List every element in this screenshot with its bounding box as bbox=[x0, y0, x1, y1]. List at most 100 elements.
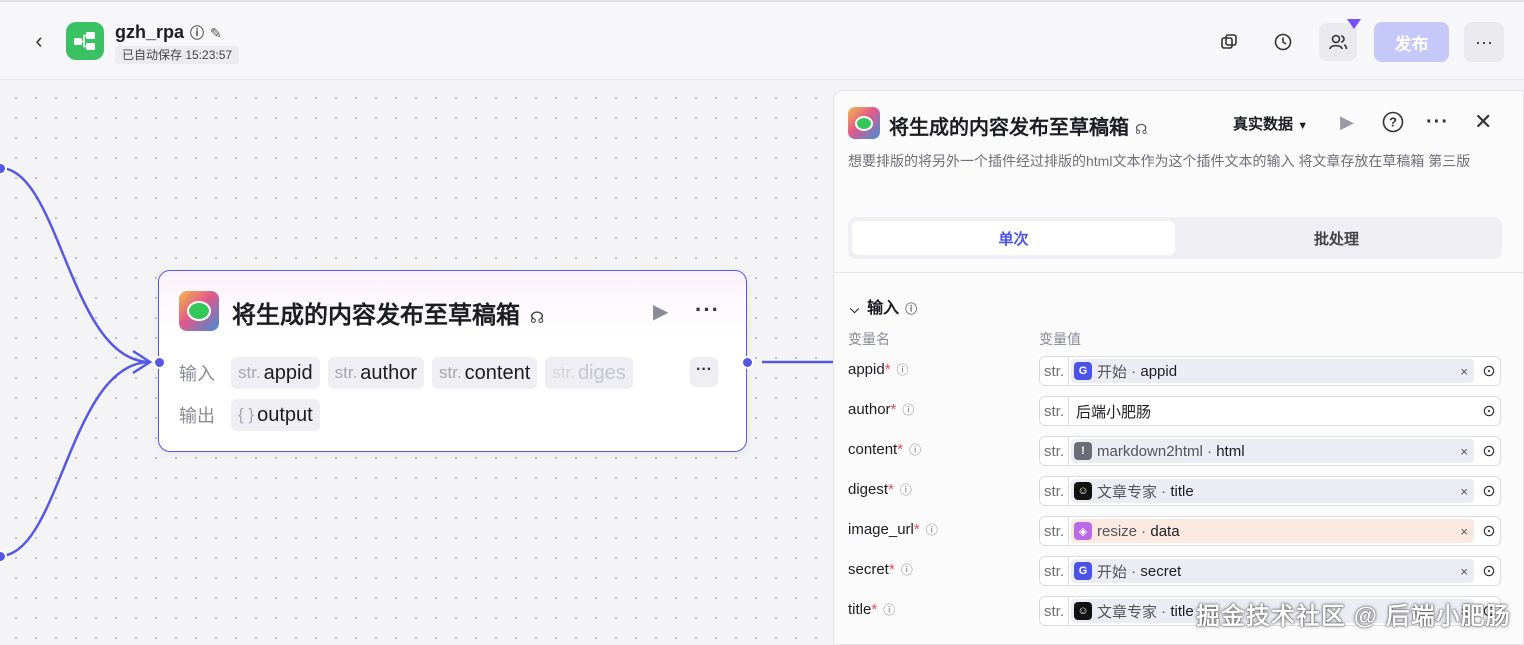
variable-reference[interactable]: ☺ 文章专家 · title × bbox=[1071, 479, 1474, 503]
ref-source: 开始 bbox=[1097, 363, 1128, 381]
more-inputs-button[interactable]: ··· bbox=[690, 357, 718, 387]
clear-icon[interactable]: × bbox=[1460, 444, 1468, 459]
svg-text:?: ? bbox=[1389, 115, 1397, 130]
clear-icon[interactable]: × bbox=[1460, 484, 1468, 499]
type-tag: str. bbox=[1040, 437, 1069, 465]
panel-description: 想要排版的将另外一个插件经过排版的html文本作为这个插件文本的输入 将文章存放… bbox=[848, 153, 1471, 169]
back-icon[interactable]: ‹ bbox=[28, 30, 50, 52]
node-input-port[interactable] bbox=[153, 356, 166, 369]
plugin-node[interactable]: 将生成的内容发布至草稿箱 ☊ ▶ ··· 输入 str. appid str. aut… bbox=[158, 270, 747, 452]
param-name: content bbox=[464, 361, 531, 384]
param-value-field[interactable]: str. ! markdown2html · html × ⊙ bbox=[1039, 436, 1501, 466]
wechat-plugin-icon bbox=[848, 107, 880, 139]
required-mark: * bbox=[888, 561, 895, 578]
plugin-type-icon: ☊ bbox=[1135, 121, 1148, 137]
node-input-label: 输入 bbox=[179, 364, 215, 384]
info-icon[interactable]: ⓘ bbox=[902, 403, 914, 417]
cube-icon: ◈ bbox=[1074, 522, 1092, 540]
info-icon[interactable]: ⓘ bbox=[909, 443, 921, 457]
param-value-field[interactable]: str. G 开始 · secret × ⊙ bbox=[1039, 556, 1501, 586]
node-outputs-row: 输出 { } output bbox=[179, 399, 320, 431]
run-node-icon[interactable]: ▶ bbox=[653, 299, 668, 324]
node-title-text: 将生成的内容发布至草稿箱 bbox=[232, 302, 520, 329]
clear-icon[interactable]: × bbox=[1460, 524, 1468, 539]
variable-picker-icon[interactable]: ⊙ bbox=[1478, 561, 1500, 581]
ref-separator: · bbox=[1157, 482, 1171, 500]
type-tag: str. bbox=[334, 363, 358, 382]
required-mark: * bbox=[897, 441, 904, 458]
info-icon[interactable]: ⓘ bbox=[905, 302, 917, 316]
ref-separator: · bbox=[1202, 442, 1217, 460]
variable-picker-icon[interactable]: ⊙ bbox=[1478, 481, 1500, 501]
ref-field: title bbox=[1170, 482, 1194, 500]
caret-down-icon: ▼ bbox=[1297, 120, 1309, 132]
param-value-field[interactable]: str. G 开始 · appid × ⊙ bbox=[1039, 356, 1501, 386]
param-value-field[interactable]: str. ☺ 文章专家 · title × ⊙ bbox=[1039, 476, 1501, 506]
param-name: author bbox=[360, 361, 417, 384]
run-test-icon[interactable]: ▶ bbox=[1340, 112, 1354, 133]
start-icon: G bbox=[1074, 362, 1092, 380]
variable-reference[interactable]: G 开始 · secret × bbox=[1071, 559, 1474, 583]
info-icon[interactable]: ⓘ bbox=[926, 523, 938, 537]
node-inputs-row: 输入 str. appid str. author str. content str.… bbox=[179, 357, 633, 389]
column-header-name: 变量名 bbox=[848, 331, 890, 347]
info-icon[interactable]: ⓘ bbox=[900, 483, 912, 497]
param-name: appid bbox=[263, 361, 313, 384]
param-row-appid: appid* ⓘ str. G 开始 · appid × ⊙ bbox=[834, 356, 1524, 386]
history-icon[interactable] bbox=[1264, 23, 1302, 61]
param-row-image-url: image_url* ⓘ str. ◈ resize · data × ⊙ bbox=[834, 516, 1524, 546]
edit-icon[interactable]: ✎ bbox=[210, 25, 222, 42]
tab-batch[interactable]: 批处理 bbox=[1175, 221, 1498, 255]
publish-button[interactable]: 发布 bbox=[1374, 22, 1449, 62]
panel-title-text: 将生成的内容发布至草稿箱 bbox=[889, 117, 1129, 139]
info-icon[interactable]: ⓘ bbox=[901, 563, 913, 577]
variable-picker-icon[interactable]: ⊙ bbox=[1478, 361, 1500, 381]
clear-icon[interactable]: × bbox=[1460, 564, 1468, 579]
info-icon[interactable]: ⓘ bbox=[190, 23, 204, 43]
type-tag: { } bbox=[238, 405, 255, 424]
ref-field: title bbox=[1170, 602, 1194, 620]
start-icon: G bbox=[1074, 562, 1092, 580]
type-tag: str. bbox=[1040, 397, 1069, 425]
input-section-header[interactable]: ⌵ 输入 ⓘ bbox=[850, 294, 917, 318]
data-mode-select[interactable]: 真实数据 ▼ bbox=[1233, 113, 1308, 134]
node-output-chip: { } output bbox=[231, 399, 320, 431]
variable-picker-icon[interactable]: ⊙ bbox=[1478, 441, 1500, 461]
watermark: 掘金技术社区 @ 后端小肥肠 bbox=[1196, 603, 1511, 630]
help-icon[interactable]: ? bbox=[1382, 111, 1404, 139]
chevron-down-icon[interactable]: ⌵ bbox=[850, 302, 859, 316]
variable-reference[interactable]: ◈ resize · data × bbox=[1071, 519, 1474, 543]
param-name: output bbox=[257, 403, 313, 426]
param-name: appid* ⓘ bbox=[848, 361, 909, 378]
collaborators-icon[interactable] bbox=[1319, 23, 1357, 61]
more-options-icon[interactable]: ··· bbox=[1464, 22, 1504, 62]
tab-single[interactable]: 单次 bbox=[852, 221, 1175, 255]
param-value-field[interactable]: str. ◈ resize · data × ⊙ bbox=[1039, 516, 1501, 546]
node-input-chip: str. appid bbox=[231, 357, 320, 389]
ref-source: 开始 bbox=[1097, 563, 1128, 581]
copy-icon[interactable] bbox=[1210, 23, 1248, 61]
more-options-icon[interactable]: ··· bbox=[1426, 111, 1449, 134]
variable-reference[interactable]: G 开始 · appid × bbox=[1071, 359, 1474, 383]
info-icon[interactable]: ⓘ bbox=[897, 363, 909, 377]
wechat-plugin-icon bbox=[179, 291, 219, 331]
param-name: image_url* ⓘ bbox=[848, 521, 938, 538]
type-tag: str. bbox=[1040, 477, 1069, 505]
info-icon[interactable]: ⓘ bbox=[883, 603, 895, 617]
variable-reference[interactable]: ! markdown2html · html × bbox=[1071, 439, 1474, 463]
variable-picker-icon[interactable]: ⊙ bbox=[1478, 521, 1500, 541]
param-name: digest* ⓘ bbox=[848, 481, 912, 498]
param-name-text: author bbox=[848, 401, 891, 418]
variable-picker-icon[interactable]: ⊙ bbox=[1478, 401, 1500, 421]
param-text-input[interactable]: 后端小肥肠 bbox=[1069, 401, 1478, 422]
node-input-chip: str. author bbox=[327, 357, 424, 389]
type-tag: str. bbox=[1040, 357, 1069, 385]
clear-icon[interactable]: × bbox=[1460, 364, 1468, 379]
node-input-chip: str. diges bbox=[545, 357, 633, 389]
ref-separator: · bbox=[1127, 562, 1141, 580]
type-tag: str. bbox=[552, 363, 575, 382]
node-more-icon[interactable]: ··· bbox=[695, 297, 720, 323]
close-icon[interactable]: ✕ bbox=[1474, 109, 1492, 135]
node-output-port[interactable] bbox=[741, 356, 754, 369]
param-value-field[interactable]: str. 后端小肥肠 ⊙ bbox=[1039, 396, 1501, 426]
